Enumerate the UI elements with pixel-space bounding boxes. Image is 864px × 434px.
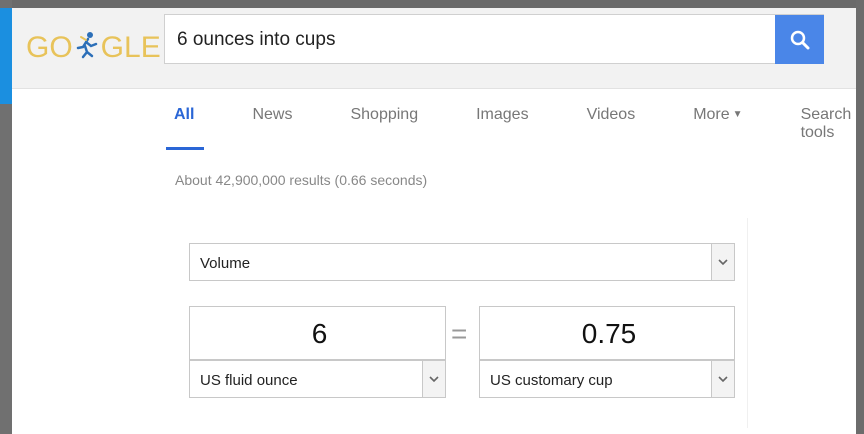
search-button[interactable] [775,15,824,64]
category-value: Volume [200,255,251,272]
chevron-down-icon[interactable] [711,361,734,397]
caret-down-icon: ▼ [732,109,743,121]
tab-images[interactable]: Images [466,104,538,150]
tab-all[interactable]: All [166,104,205,150]
google-doodle-logo[interactable]: GO GLE [26,26,161,70]
tab-news[interactable]: News [242,104,302,150]
chevron-down-icon[interactable] [422,361,445,397]
screen-border-top [0,0,864,8]
magnifier-icon [790,30,809,49]
from-value-box[interactable] [189,306,449,361]
to-unit-select[interactable]: US customary cup [479,360,735,398]
from-unit-value: US fluid ounce [200,372,298,389]
search-input[interactable] [175,23,779,57]
tab-shopping[interactable]: Shopping [340,104,428,150]
tab-more-label: More [693,106,730,123]
equals-sign: = [451,318,468,349]
search-results-page: GO GLE All News Shopping Images Video [12,8,856,434]
unit-converter-card: Volume = US fluid ounce US customary cup [167,218,748,428]
tab-search-tools[interactable]: Search tools [791,104,862,150]
search-header: GO GLE [12,8,856,89]
chevron-down-icon[interactable] [711,244,734,280]
to-unit-value: US customary cup [490,372,613,389]
from-unit-select[interactable]: US fluid ounce [189,360,446,398]
result-stats: About 42,900,000 results (0.66 seconds) [175,172,428,188]
window-edge-accent [0,8,12,104]
runner-icon [75,31,99,66]
tab-videos[interactable]: Videos [577,104,646,150]
search-tabs: All News Shopping Images Videos More ▼ Se… [166,104,864,152]
from-value-input[interactable] [190,307,449,361]
search-box[interactable] [164,14,824,64]
to-value-input[interactable] [480,307,738,361]
tab-more[interactable]: More ▼ [683,104,752,150]
logo-text-left: GO [26,31,73,64]
screen-border-right [856,0,864,434]
to-value-box[interactable] [479,306,738,361]
logo-text-right: GLE [100,31,161,64]
category-select[interactable]: Volume [189,243,735,281]
